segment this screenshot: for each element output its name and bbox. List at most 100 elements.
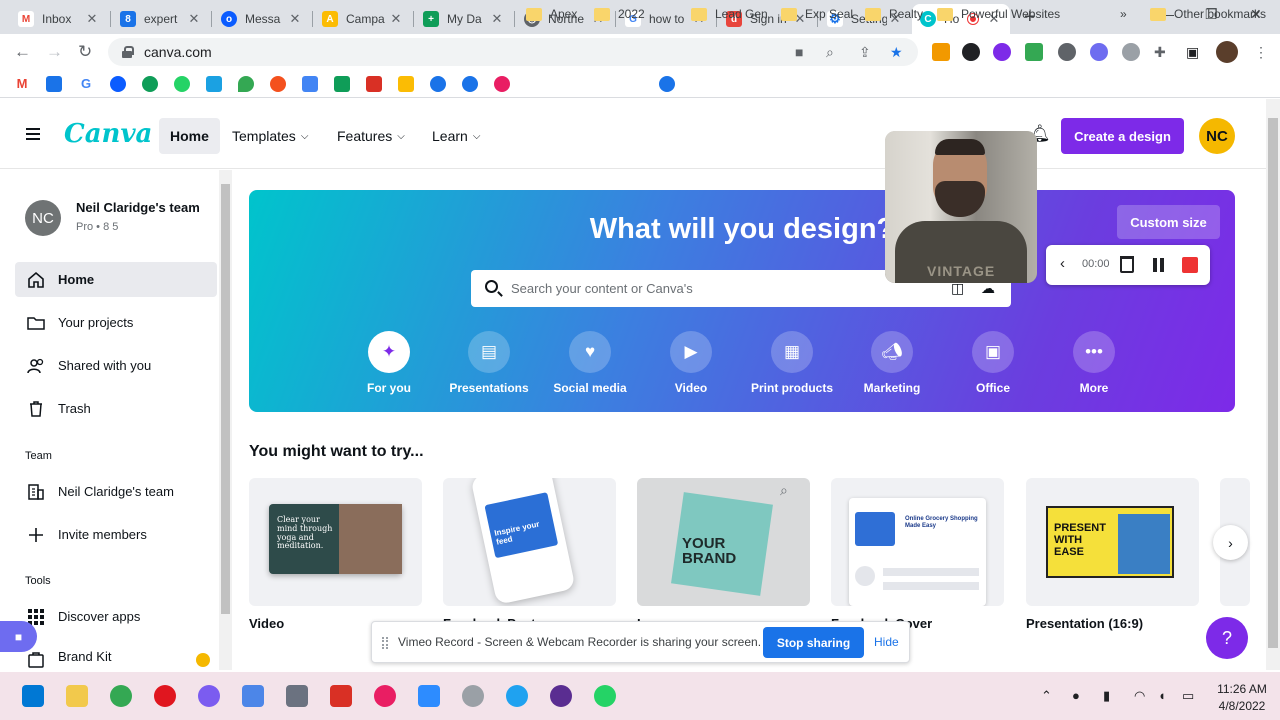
bookmark-folder[interactable]: Exp Seal xyxy=(781,6,853,22)
category-office[interactable]: ▣ Office xyxy=(948,331,1038,395)
stop-sharing-button[interactable]: Stop sharing xyxy=(763,627,864,658)
extension-icon[interactable] xyxy=(1025,43,1043,61)
side-panel-icon[interactable]: ▣ xyxy=(1186,44,1199,61)
browser-tab[interactable]: o Messa ✕ xyxy=(213,4,311,34)
nav-home[interactable]: Home xyxy=(159,118,220,154)
calendar-bookmark-icon[interactable] xyxy=(46,76,62,92)
team-name[interactable]: Neil Claridge's team xyxy=(76,200,200,215)
bookmark-folder[interactable]: Apex xyxy=(526,6,577,22)
sidebar-item-shared[interactable]: Shared with you xyxy=(15,348,217,383)
avatar[interactable]: NC xyxy=(1199,118,1235,154)
nav-learn[interactable]: Learn ⌵ xyxy=(421,118,491,154)
create-design-button[interactable]: Create a design xyxy=(1061,118,1184,154)
extension-icon[interactable] xyxy=(1058,43,1076,61)
webcam-preview[interactable]: VINTAGE xyxy=(885,131,1037,283)
messenger-bookmark-icon[interactable] xyxy=(110,76,126,92)
slack-bookmark-icon[interactable] xyxy=(494,76,510,92)
mic-tray-icon[interactable]: ● xyxy=(1072,688,1080,703)
bookmark-folder[interactable]: Realty xyxy=(865,6,923,22)
category-for-you[interactable]: ✦ For you xyxy=(344,331,434,395)
category-social-media[interactable]: ♥ Social media xyxy=(545,331,635,395)
bookmark-icon[interactable] xyxy=(270,76,286,92)
sidebar-item-brand-kit[interactable]: Brand Kit xyxy=(15,642,217,670)
bookmark-icon[interactable] xyxy=(430,76,446,92)
mic-active-icon[interactable]: ▮ xyxy=(1103,688,1110,704)
wifi-icon[interactable]: ◠ xyxy=(1134,688,1145,704)
globe-app-icon[interactable] xyxy=(506,685,528,707)
battery-icon[interactable]: ▭ xyxy=(1182,688,1194,704)
chevron-left-icon[interactable]: ‹ xyxy=(1060,255,1065,272)
category-marketing[interactable]: 📣︎ Marketing xyxy=(847,331,937,395)
hide-notice-link[interactable]: Hide xyxy=(874,635,899,649)
browser-tab[interactable]: M Inbox ✕ xyxy=(10,4,108,34)
nav-features[interactable]: Features ⌵ xyxy=(326,118,416,154)
drag-handle-icon[interactable] xyxy=(382,637,388,649)
docs-bookmark-icon[interactable] xyxy=(302,76,318,92)
windows-start-icon[interactable] xyxy=(22,685,44,707)
bookmark-star-icon[interactable]: ★ xyxy=(890,44,903,61)
notepad-icon[interactable] xyxy=(242,685,264,707)
sidebar-scrollbar-thumb[interactable] xyxy=(221,184,230,614)
menu-dots-icon[interactable]: ⋮ xyxy=(1254,44,1268,61)
extension-icon[interactable] xyxy=(993,43,1011,61)
share-icon[interactable]: ⇪ xyxy=(859,44,871,61)
zoom-app-icon[interactable] xyxy=(418,685,440,707)
close-icon[interactable]: ✕ xyxy=(489,11,505,27)
category-video[interactable]: ▶ Video xyxy=(646,331,736,395)
sidebar-item-home[interactable]: Home xyxy=(15,262,217,297)
carousel-next-button[interactable]: › xyxy=(1213,525,1248,560)
category-more[interactable]: ••• More xyxy=(1049,331,1139,395)
other-bookmarks[interactable]: Other bookmarks xyxy=(1150,6,1266,22)
extension-icon[interactable] xyxy=(962,43,980,61)
close-icon[interactable]: ✕ xyxy=(287,11,303,27)
messenger-app-icon[interactable] xyxy=(198,685,220,707)
stop-record-icon[interactable] xyxy=(1182,257,1198,273)
template-card-presentation[interactable]: PRESENT WITH EASE xyxy=(1026,478,1199,606)
bookmark-icon[interactable] xyxy=(462,76,478,92)
maps-bookmark-icon[interactable] xyxy=(238,76,254,92)
more-bookmarks[interactable]: » xyxy=(1120,6,1127,22)
close-icon[interactable]: ✕ xyxy=(84,11,100,27)
slack-icon[interactable] xyxy=(374,685,396,707)
template-card-video[interactable]: Clear your mind through yoga and meditat… xyxy=(249,478,422,606)
back-icon[interactable]: ← xyxy=(14,42,31,62)
extension-icon[interactable] xyxy=(1122,43,1140,61)
category-print-products[interactable]: ▦ Print products xyxy=(747,331,837,395)
profile-avatar[interactable] xyxy=(1216,41,1238,63)
zoom-icon[interactable]: ⌕ xyxy=(826,44,834,61)
browser-tab[interactable]: + My Da ✕ xyxy=(415,4,513,34)
bookmark-folder[interactable]: 2022 xyxy=(594,6,645,22)
clock-time[interactable]: 11:26 AM xyxy=(1214,682,1270,696)
sheets-bookmark-icon[interactable] xyxy=(334,76,350,92)
vimeo-record-tab[interactable]: ■ xyxy=(0,621,37,652)
forward-icon[interactable]: → xyxy=(46,42,63,62)
camera-icon[interactable]: ■ xyxy=(795,44,803,60)
phone-bookmark-icon[interactable] xyxy=(142,76,158,92)
bookmark-folder[interactable]: Powerful Websites xyxy=(937,6,1060,22)
pdf-icon[interactable] xyxy=(330,685,352,707)
trash-icon[interactable] xyxy=(1120,256,1134,273)
sidebar-item-trash[interactable]: Trash xyxy=(15,391,217,426)
browser-tab[interactable]: 8 expert ✕ xyxy=(112,4,210,34)
gmail-bookmark-icon[interactable]: M xyxy=(14,76,30,92)
extensions-puzzle-icon[interactable]: ✚ xyxy=(1154,44,1166,61)
sidebar-item-invite[interactable]: Invite members xyxy=(15,517,217,552)
template-card-facebook-cover[interactable]: Online Grocery Shopping Made Easy xyxy=(831,478,1004,606)
drive-bookmark-icon[interactable] xyxy=(398,76,414,92)
bookmark-folder[interactable]: Lead Gen xyxy=(691,6,768,22)
reload-icon[interactable]: ↻ xyxy=(78,42,92,62)
pause-icon[interactable] xyxy=(1153,258,1164,272)
clock-date[interactable]: 4/8/2022 xyxy=(1210,699,1274,713)
nav-templates[interactable]: Templates ⌵ xyxy=(221,118,319,154)
bookmark-icon[interactable] xyxy=(659,76,675,92)
search-icon[interactable]: ⌕ xyxy=(780,482,788,499)
category-presentations[interactable]: ▤ Presentations xyxy=(444,331,534,395)
whatsapp-bookmark-icon[interactable] xyxy=(174,76,190,92)
close-icon[interactable]: ✕ xyxy=(388,11,404,27)
template-card-logo[interactable]: YOUR BRAND ⌕ xyxy=(637,478,810,606)
template-card-facebook-post[interactable]: Inspire your feed xyxy=(443,478,616,606)
extension-icon[interactable] xyxy=(932,43,950,61)
sidebar-item-team[interactable]: Neil Claridge's team xyxy=(15,474,217,509)
team-avatar[interactable]: NC xyxy=(25,200,61,236)
whatsapp-icon[interactable] xyxy=(594,685,616,707)
